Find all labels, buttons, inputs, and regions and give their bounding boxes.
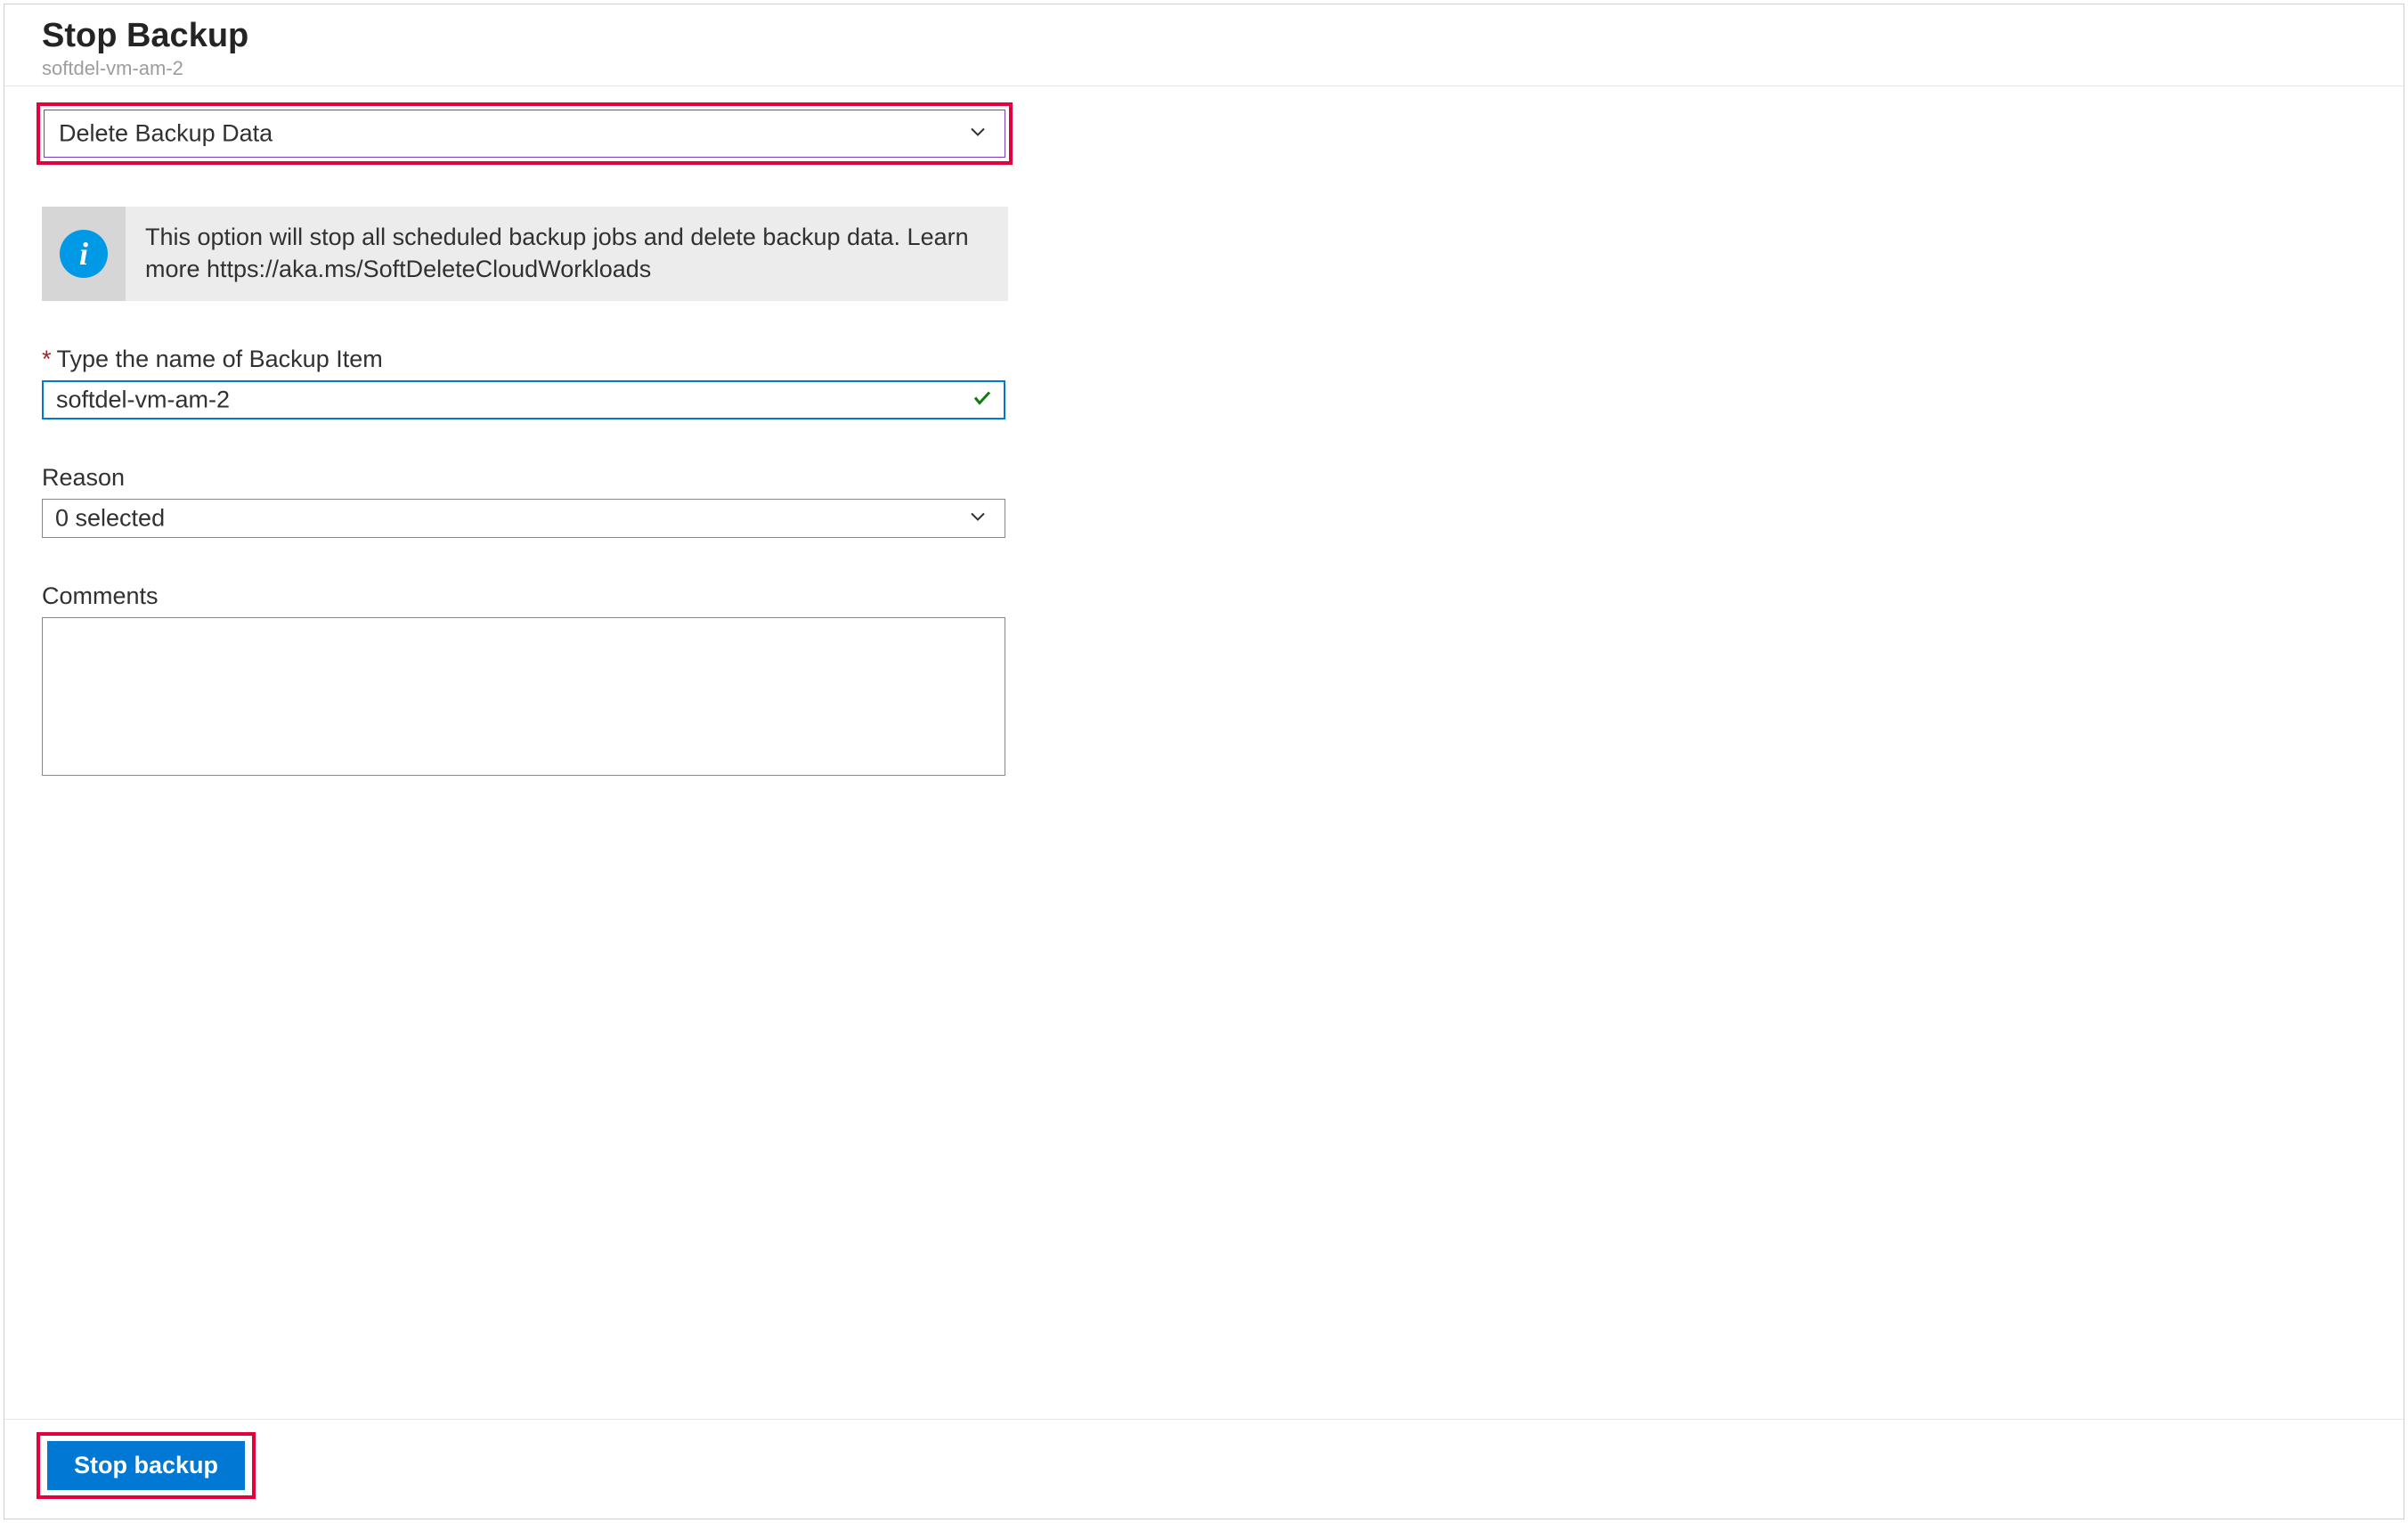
comments-textarea[interactable] bbox=[42, 617, 1005, 776]
required-asterisk: * bbox=[42, 346, 52, 372]
footer: Stop backup bbox=[4, 1419, 2404, 1513]
action-dropdown[interactable]: Delete Backup Data bbox=[44, 110, 1005, 158]
page-header: Stop Backup softdel-vm-am-2 bbox=[4, 4, 2404, 86]
name-field-label: *Type the name of Backup Item bbox=[42, 346, 2404, 373]
backup-item-name-input[interactable]: softdel-vm-am-2 bbox=[42, 380, 1005, 419]
page-subtitle: softdel-vm-am-2 bbox=[42, 57, 2371, 80]
info-icon-container: i bbox=[42, 207, 126, 301]
reason-dropdown[interactable]: 0 selected bbox=[42, 499, 1005, 538]
comments-label: Comments bbox=[42, 582, 2404, 610]
info-message: i This option will stop all scheduled ba… bbox=[42, 207, 1008, 301]
reason-label: Reason bbox=[42, 464, 2404, 492]
action-dropdown-highlight: Delete Backup Data bbox=[37, 102, 1013, 165]
page-title: Stop Backup bbox=[42, 17, 2371, 55]
checkmark-icon bbox=[972, 387, 993, 413]
info-text: This option will stop all scheduled back… bbox=[126, 207, 1008, 301]
stop-button-highlight: Stop backup bbox=[37, 1432, 256, 1499]
reason-dropdown-value: 0 selected bbox=[55, 505, 165, 533]
action-dropdown-value: Delete Backup Data bbox=[59, 120, 273, 148]
backup-item-name-value: softdel-vm-am-2 bbox=[56, 387, 230, 414]
chevron-down-icon bbox=[967, 121, 988, 147]
info-icon: i bbox=[60, 230, 108, 278]
chevron-down-icon bbox=[967, 506, 988, 532]
stop-backup-button[interactable]: Stop backup bbox=[47, 1441, 245, 1490]
